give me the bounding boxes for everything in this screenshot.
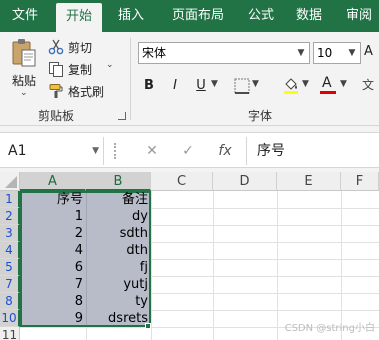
column-header-b[interactable]: B bbox=[86, 172, 151, 191]
border-dropdown-icon[interactable]: ▼ bbox=[252, 79, 259, 89]
cell-a3[interactable]: 2 bbox=[20, 225, 86, 242]
gridline bbox=[213, 191, 214, 340]
font-color-dropdown-icon[interactable]: ▼ bbox=[340, 79, 347, 89]
fill-handle[interactable] bbox=[145, 323, 151, 329]
font-name-dropdown-icon[interactable]: ▼ bbox=[293, 43, 309, 63]
clipboard-dialog-launcher-icon[interactable] bbox=[118, 112, 126, 120]
group-separator bbox=[130, 38, 131, 120]
fill-color-dropdown-icon[interactable]: ▼ bbox=[302, 79, 309, 89]
paste-dropdown-icon: ⌄ bbox=[20, 88, 28, 98]
copy-icon bbox=[49, 62, 63, 77]
tab-review[interactable]: 审阅 bbox=[336, 0, 379, 32]
cell-a10[interactable]: 9 bbox=[20, 310, 86, 327]
tab-page-layout[interactable]: 页面布局 bbox=[162, 0, 234, 32]
cell-a8[interactable]: 8 bbox=[20, 293, 86, 310]
font-group-label: 字体 bbox=[248, 109, 273, 123]
paste-label: 粘贴 bbox=[12, 74, 37, 88]
font-size-combobox[interactable]: 10 ▼ bbox=[313, 42, 361, 64]
format-painter-label: 格式刷 bbox=[68, 85, 105, 99]
font-name-value: 宋体 bbox=[142, 46, 167, 60]
bold-button[interactable]: B bbox=[140, 76, 158, 96]
cell-b2[interactable]: dy bbox=[86, 208, 151, 225]
row-header[interactable]: 7 bbox=[0, 276, 20, 293]
italic-button[interactable]: I bbox=[166, 76, 184, 96]
clipboard-group-label: 剪贴板 bbox=[38, 109, 75, 123]
watermark: CSDN @string小白 bbox=[284, 323, 375, 334]
cell-a2[interactable]: 1 bbox=[20, 208, 86, 225]
cell-a1[interactable]: 序号 bbox=[20, 191, 86, 208]
font-name-combobox[interactable]: 宋体 ▼ bbox=[138, 42, 310, 64]
tab-formulas[interactable]: 公式 bbox=[238, 0, 284, 32]
scissors-icon bbox=[48, 39, 64, 55]
gridline bbox=[341, 191, 342, 340]
font-size-dropdown-icon[interactable]: ▼ bbox=[344, 43, 360, 63]
cell-a4[interactable]: 4 bbox=[20, 242, 86, 259]
select-all-icon bbox=[5, 176, 17, 188]
copy-button[interactable]: 复制 ⌄ bbox=[48, 60, 118, 78]
font-color-swatch bbox=[320, 91, 336, 94]
excel-window: 文件 开始 插入 页面布局 公式 数据 审阅 粘贴 ⌄ 剪切 复制 ⌄ 格式刷 … bbox=[0, 0, 379, 340]
gridline bbox=[277, 191, 278, 340]
row-header[interactable]: 1 bbox=[0, 191, 20, 208]
copy-dropdown-icon: ⌄ bbox=[106, 60, 114, 70]
font-color-button[interactable]: A bbox=[320, 75, 336, 95]
format-painter-icon bbox=[49, 84, 63, 98]
column-header-d[interactable]: D bbox=[213, 172, 277, 191]
column-header-c[interactable]: C bbox=[151, 172, 213, 191]
cell-b3[interactable]: sdth bbox=[86, 225, 151, 242]
cell-b1[interactable]: 备注 bbox=[86, 191, 151, 208]
cell-b10[interactable]: dsrets bbox=[86, 310, 151, 327]
cell-b4[interactable]: dth bbox=[86, 242, 151, 259]
gridline bbox=[151, 191, 152, 340]
cell-b8[interactable]: ty bbox=[86, 293, 151, 310]
copy-label: 复制 bbox=[68, 63, 93, 77]
cell-a7[interactable]: 7 bbox=[20, 276, 86, 293]
ribbon-tab-bar: 文件 开始 插入 页面布局 公式 数据 审阅 bbox=[0, 0, 379, 32]
row-header[interactable]: 8 bbox=[0, 293, 20, 310]
row-header[interactable]: 4 bbox=[0, 242, 20, 259]
phonetic-icon[interactable]: 文 bbox=[362, 76, 379, 96]
row-header[interactable]: 5 bbox=[0, 259, 20, 276]
font-color-glyph: A bbox=[322, 75, 332, 91]
row-header[interactable]: 3 bbox=[0, 225, 20, 242]
worksheet-grid[interactable]: A B C D E F 1 2 3 4 5 7 8 10 11 序号 备注 1 … bbox=[0, 172, 379, 340]
tab-data[interactable]: 数据 bbox=[286, 0, 332, 32]
font-size-value: 10 bbox=[317, 46, 333, 60]
name-box-value: A1 bbox=[8, 143, 27, 159]
cell-b5[interactable]: fj bbox=[86, 259, 151, 276]
cut-button[interactable]: 剪切 bbox=[48, 38, 108, 56]
row-header[interactable]: 11 bbox=[0, 327, 20, 340]
underline-dropdown-icon[interactable]: ▼ bbox=[211, 79, 218, 89]
select-all-corner[interactable] bbox=[0, 172, 20, 191]
format-painter-button[interactable]: 格式刷 bbox=[48, 82, 112, 100]
formula-input[interactable]: 序号 bbox=[246, 137, 379, 165]
increase-font-size-button[interactable]: A bbox=[364, 44, 379, 62]
cell-b7[interactable]: yutj bbox=[86, 276, 151, 293]
paste-icon bbox=[12, 39, 36, 67]
row-header[interactable]: 10 bbox=[0, 310, 20, 327]
name-box[interactable]: A1 ▼ bbox=[0, 137, 104, 165]
underline-button[interactable]: U bbox=[192, 76, 210, 96]
row-header[interactable]: 2 bbox=[0, 208, 20, 225]
tab-home[interactable]: 开始 bbox=[56, 3, 102, 32]
insert-function-button[interactable]: fx bbox=[212, 137, 238, 165]
cancel-icon[interactable]: ✕ bbox=[140, 137, 164, 165]
enter-icon[interactable]: ✓ bbox=[176, 137, 200, 165]
border-icon[interactable] bbox=[234, 78, 250, 94]
formula-bar: A1 ▼ ✕ ✓ fx 序号 bbox=[0, 132, 379, 168]
paste-button[interactable]: 粘贴 ⌄ bbox=[6, 36, 42, 98]
ribbon-home: 粘贴 ⌄ 剪切 复制 ⌄ 格式刷 剪贴板 宋体 ▼ 10 ▼ A B I U ▼… bbox=[0, 32, 379, 126]
tab-file[interactable]: 文件 bbox=[0, 0, 50, 32]
column-header-a[interactable]: A bbox=[20, 172, 86, 191]
tab-insert[interactable]: 插入 bbox=[108, 0, 154, 32]
name-box-dropdown-icon[interactable]: ▼ bbox=[92, 137, 99, 165]
cell-a5[interactable]: 6 bbox=[20, 259, 86, 276]
column-header-e[interactable]: E bbox=[277, 172, 341, 191]
cut-label: 剪切 bbox=[68, 41, 93, 55]
formula-bar-grip-icon[interactable] bbox=[114, 143, 117, 159]
column-header-f[interactable]: F bbox=[341, 172, 379, 191]
fill-color-icon[interactable] bbox=[282, 76, 300, 94]
